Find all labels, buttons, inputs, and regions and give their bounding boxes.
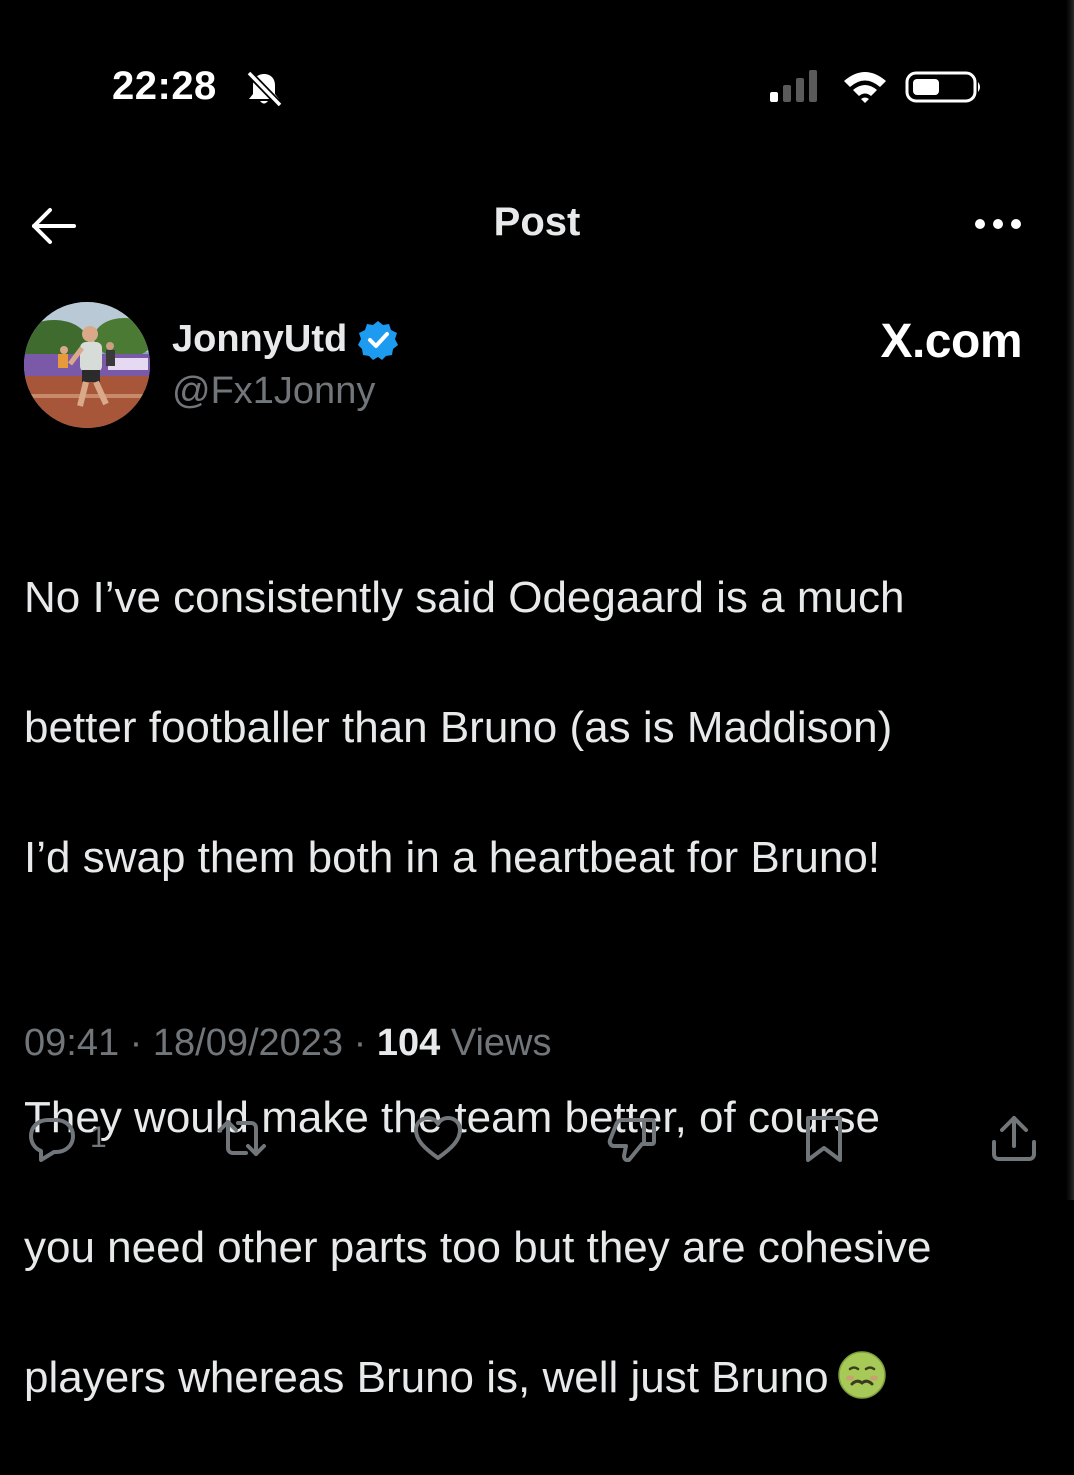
nauseated-face-emoji [837, 1351, 886, 1399]
dislike-icon [607, 1118, 656, 1162]
post-line: No I’ve consistently said Odegaard is a … [24, 573, 905, 622]
reply-icon [29, 1118, 75, 1162]
signal-icon [770, 70, 817, 102]
reply-button[interactable]: 1 [24, 1110, 107, 1166]
avatar-photo [24, 302, 150, 428]
share-button[interactable] [986, 1110, 1042, 1166]
views-label[interactable]: Views [451, 1022, 552, 1064]
share-icon [992, 1116, 1036, 1161]
verified-badge-icon [358, 320, 399, 360]
bell-slash-icon [246, 70, 283, 108]
post-date: 18/09/2023 [152, 1022, 344, 1064]
display-name[interactable]: JonnyUtd [172, 318, 347, 361]
meta-separator: · [353, 1022, 367, 1064]
status-bar: 22:28 [0, 0, 1074, 180]
bookmark-button[interactable] [796, 1110, 852, 1166]
device-frame-edge [1066, 0, 1074, 1200]
post-line-text: players whereas Bruno is, well just Brun… [24, 1353, 829, 1402]
meta-separator: · [129, 1022, 143, 1064]
reply-count: 1 [90, 1121, 107, 1154]
battery-icon [905, 71, 980, 103]
like-button[interactable] [410, 1110, 466, 1166]
dislike-button[interactable] [604, 1110, 660, 1166]
post-line: you need other parts too but they are co… [24, 1223, 932, 1272]
author-handle[interactable]: @Fx1Jonny [172, 370, 375, 413]
post-text: No I’ve consistently said Odegaard is a … [24, 500, 1034, 1475]
views-count[interactable]: 104 [377, 1022, 440, 1064]
avatar[interactable] [24, 302, 150, 428]
post-time: 09:41 [24, 1022, 120, 1064]
post-actions: 1 [0, 1100, 1074, 1180]
page-title: Post [493, 200, 581, 244]
post-line: I’d swap them both in a heartbeat for Br… [24, 833, 881, 882]
brand-text: X.com [880, 315, 1022, 368]
more-icon[interactable] [970, 214, 1026, 234]
status-time: 22:28 [112, 64, 217, 108]
post-author: JonnyUtd @Fx1Jonny X.com [0, 280, 1074, 450]
post-line: better footballer than Bruno (as is Madd… [24, 703, 893, 752]
repost-icon [218, 1120, 266, 1156]
post-header: Post [0, 190, 1074, 260]
repost-button[interactable] [214, 1110, 270, 1166]
app-screen: 22:28 Post JonnyUtd @Fx1Jonny X.com No I… [0, 0, 1074, 1402]
wifi-icon [844, 72, 886, 103]
like-icon [414, 1116, 462, 1160]
post-meta: 09:41 · 18/09/2023 · 104 Views [24, 1022, 552, 1065]
bookmark-icon [806, 1116, 842, 1162]
post-line-last: players whereas Bruno is, well just Brun… [24, 1345, 1034, 1410]
x-brand-logo: X.com [880, 314, 1022, 369]
display-name-row[interactable]: JonnyUtd [172, 318, 399, 361]
